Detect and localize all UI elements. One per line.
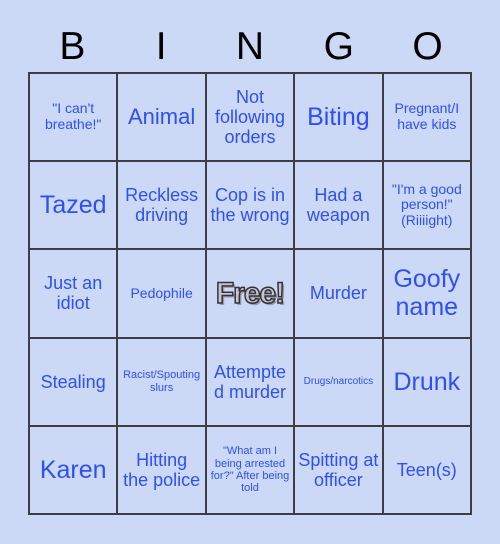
bingo-cell[interactable]: Reckless driving <box>118 162 207 251</box>
bingo-cell[interactable]: Drugs/narcotics <box>295 338 384 427</box>
bingo-cell[interactable]: Pedophile <box>118 250 207 339</box>
bingo-cell-label: Cop is in the wrong <box>210 185 290 226</box>
header-letter-i: I <box>155 25 167 68</box>
bingo-cell-label: Just an idiot <box>44 273 103 314</box>
bingo-cell[interactable]: Animal <box>118 74 207 163</box>
bingo-cell[interactable]: Karen <box>30 426 119 515</box>
bingo-cell[interactable]: Hitting the police <box>118 426 207 515</box>
bingo-cell-label: Pedophile <box>130 284 193 301</box>
bingo-cell[interactable]: Pregnant/I have kids <box>383 74 472 163</box>
bingo-cell[interactable]: "I can't breathe!" <box>30 74 119 163</box>
bingo-cell-label: Tazed <box>39 191 107 220</box>
bingo-cell-label: Goofy name <box>393 265 461 322</box>
bingo-cell-label: "What am I being arrested for?" After be… <box>210 445 290 495</box>
bingo-cell[interactable]: Just an idiot <box>30 250 119 339</box>
bingo-cell-label: Racist/Spouting slurs <box>123 369 201 394</box>
bingo-cell[interactable]: Not following orders <box>206 74 296 163</box>
bingo-cell[interactable]: Biting <box>295 74 384 163</box>
bingo-cell-label: Hitting the police <box>123 449 201 490</box>
bingo-cell-label: Animal <box>127 103 196 129</box>
bingo-cell[interactable]: Murder <box>295 250 384 339</box>
bingo-cell-label: "I can't breathe!" <box>45 100 102 133</box>
bingo-cell[interactable]: "What am I being arrested for?" After be… <box>206 426 296 515</box>
header-letter-o: O <box>412 25 443 68</box>
bingo-cell-label: "I'm a good person!" (Riiiight) <box>391 180 462 229</box>
bingo-cell[interactable]: Tazed <box>30 162 119 251</box>
bingo-cell[interactable]: Stealing <box>30 338 119 427</box>
bingo-cell-label: Drugs/narcotics <box>303 376 374 388</box>
header-letter-g: G <box>323 25 354 68</box>
bingo-cell[interactable]: Drunk <box>383 338 472 427</box>
bingo-cell[interactable]: Racist/Spouting slurs <box>118 338 207 427</box>
bingo-cell-free[interactable]: Free! <box>206 250 296 339</box>
header-letter-n: N <box>235 25 265 68</box>
bingo-header: B I N G O <box>28 22 472 72</box>
bingo-free-label: Free! <box>215 276 286 311</box>
bingo-cell-label: Stealing <box>40 371 106 392</box>
bingo-card: B I N G O "I can't breathe!" Animal Not … <box>0 0 500 544</box>
bingo-cell[interactable]: Attempted murder <box>206 338 296 427</box>
bingo-cell-label: Attempted murder <box>213 361 287 402</box>
bingo-cell-label: Pregnant/I have kids <box>394 100 460 133</box>
bingo-cell-label: Murder <box>309 283 367 304</box>
bingo-cell-label: Drunk <box>393 367 461 396</box>
bingo-cell[interactable]: Had a weapon <box>295 162 384 251</box>
header-letter-b: B <box>59 25 86 68</box>
bingo-cell-label: Not following orders <box>214 86 286 148</box>
bingo-grid: "I can't breathe!" Animal Not following … <box>28 72 472 515</box>
bingo-cell[interactable]: Spitting at officer <box>295 426 384 515</box>
bingo-cell-label: Reckless driving <box>125 185 199 226</box>
bingo-cell-label: Karen <box>39 455 107 484</box>
bingo-cell-label: Had a weapon <box>306 185 370 226</box>
bingo-cell[interactable]: Goofy name <box>383 250 472 339</box>
bingo-cell[interactable]: "I'm a good person!" (Riiiight) <box>383 162 472 251</box>
bingo-cell-label: Teen(s) <box>396 459 457 480</box>
bingo-cell[interactable]: Teen(s) <box>383 426 472 515</box>
bingo-cell-label: Biting <box>307 103 370 132</box>
bingo-cell-label: Spitting at officer <box>298 449 379 490</box>
bingo-cell[interactable]: Cop is in the wrong <box>206 162 296 251</box>
